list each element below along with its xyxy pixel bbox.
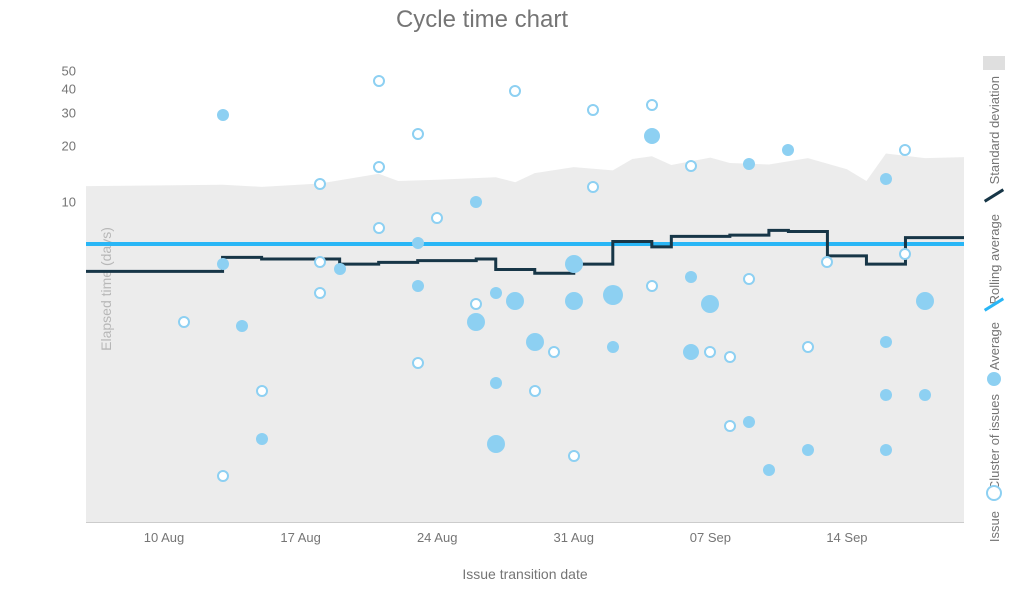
rolling-avg-swatch	[982, 184, 1006, 208]
cluster-point[interactable]	[880, 336, 892, 348]
cluster-point[interactable]	[490, 287, 502, 299]
average-line	[86, 242, 964, 246]
issue-point[interactable]	[724, 420, 736, 432]
cluster-point[interactable]	[880, 173, 892, 185]
issue-point[interactable]	[743, 273, 755, 285]
issue-point[interactable]	[568, 450, 580, 462]
legend-std-dev: Standard deviation	[968, 56, 1020, 176]
cluster-point[interactable]	[217, 258, 229, 270]
issue-point[interactable]	[529, 385, 541, 397]
issue-point[interactable]	[646, 280, 658, 292]
legend-rolling-avg: Rolling average	[968, 184, 1020, 304]
issue-point[interactable]	[314, 178, 326, 190]
issue-point[interactable]	[548, 346, 560, 358]
y-tick: 40	[42, 82, 76, 97]
cluster-point[interactable]	[763, 464, 775, 476]
issue-point[interactable]	[802, 341, 814, 353]
x-tick: 31 Aug	[554, 530, 595, 545]
issue-point[interactable]	[724, 351, 736, 363]
issue-point[interactable]	[373, 161, 385, 173]
cluster-point[interactable]	[490, 377, 502, 389]
legend-avg-label: Average	[987, 322, 1002, 370]
cluster-point[interactable]	[607, 341, 619, 353]
y-tick: 30	[42, 105, 76, 120]
x-tick: 24 Aug	[417, 530, 458, 545]
cluster-point[interactable]	[565, 255, 583, 273]
cluster-point[interactable]	[880, 389, 892, 401]
issue-swatch	[982, 482, 1006, 505]
y-tick: 10	[42, 195, 76, 210]
cluster-point[interactable]	[782, 144, 794, 156]
cluster-point[interactable]	[683, 344, 699, 360]
legend-std-label: Standard deviation	[987, 76, 1002, 184]
legend-cluster-label: Cluster of issues	[987, 394, 1002, 490]
cluster-swatch	[982, 370, 1006, 388]
issue-point[interactable]	[412, 128, 424, 140]
cluster-point[interactable]	[412, 237, 424, 249]
average-swatch	[982, 292, 1006, 316]
issue-point[interactable]	[685, 160, 697, 172]
cluster-point[interactable]	[256, 433, 268, 445]
issue-point[interactable]	[646, 99, 658, 111]
x-tick: 17 Aug	[280, 530, 321, 545]
std-dev-band	[86, 56, 964, 522]
cluster-point[interactable]	[916, 292, 934, 310]
cluster-point[interactable]	[467, 313, 485, 331]
cycle-time-chart: Cycle time chart Elapsed time (days) 102…	[0, 0, 1024, 608]
x-axis-label: Issue transition date	[86, 566, 964, 582]
cluster-point[interactable]	[644, 128, 660, 144]
cluster-point[interactable]	[743, 158, 755, 170]
cluster-point[interactable]	[565, 292, 583, 310]
issue-point[interactable]	[704, 346, 716, 358]
issue-point[interactable]	[373, 222, 385, 234]
cluster-point[interactable]	[470, 196, 482, 208]
legend-issue-label: Issue	[987, 511, 1002, 542]
legend-cluster: Cluster of issues	[968, 370, 1020, 490]
issue-point[interactable]	[899, 144, 911, 156]
std-dev-swatch	[982, 56, 1006, 70]
issue-point[interactable]	[470, 298, 482, 310]
cluster-point[interactable]	[236, 320, 248, 332]
cluster-point[interactable]	[217, 109, 229, 121]
issue-point[interactable]	[178, 316, 190, 328]
cluster-point[interactable]	[919, 389, 931, 401]
issue-point[interactable]	[509, 85, 521, 97]
legend-issue: Issue	[968, 482, 1020, 542]
cluster-point[interactable]	[506, 292, 524, 310]
cluster-point[interactable]	[487, 435, 505, 453]
legend-roll-label: Rolling average	[987, 214, 1002, 304]
cluster-point[interactable]	[701, 295, 719, 313]
chart-title: Cycle time chart	[0, 6, 964, 34]
cluster-point[interactable]	[802, 444, 814, 456]
cluster-point[interactable]	[603, 285, 623, 305]
issue-point[interactable]	[431, 212, 443, 224]
x-tick: 10 Aug	[144, 530, 185, 545]
issue-point[interactable]	[899, 248, 911, 260]
cluster-point[interactable]	[334, 263, 346, 275]
cluster-point[interactable]	[412, 280, 424, 292]
issue-point[interactable]	[587, 181, 599, 193]
issue-point[interactable]	[314, 287, 326, 299]
plot-area: Elapsed time (days) 102030405010 Aug17 A…	[86, 56, 964, 523]
x-tick: 07 Sep	[690, 530, 731, 545]
y-tick: 50	[42, 63, 76, 78]
issue-point[interactable]	[587, 104, 599, 116]
cluster-point[interactable]	[880, 444, 892, 456]
y-tick: 20	[42, 138, 76, 153]
issue-point[interactable]	[256, 385, 268, 397]
issue-point[interactable]	[412, 357, 424, 369]
legend: Standard deviation Rolling average Avera…	[968, 56, 1020, 522]
x-tick: 14 Sep	[826, 530, 867, 545]
cluster-point[interactable]	[526, 333, 544, 351]
issue-point[interactable]	[821, 256, 833, 268]
cluster-point[interactable]	[685, 271, 697, 283]
issue-point[interactable]	[314, 256, 326, 268]
cluster-point[interactable]	[743, 416, 755, 428]
y-axis-label: Elapsed time (days)	[98, 189, 114, 389]
issue-point[interactable]	[373, 75, 385, 87]
rolling-average-line	[86, 56, 964, 522]
issue-point[interactable]	[217, 470, 229, 482]
